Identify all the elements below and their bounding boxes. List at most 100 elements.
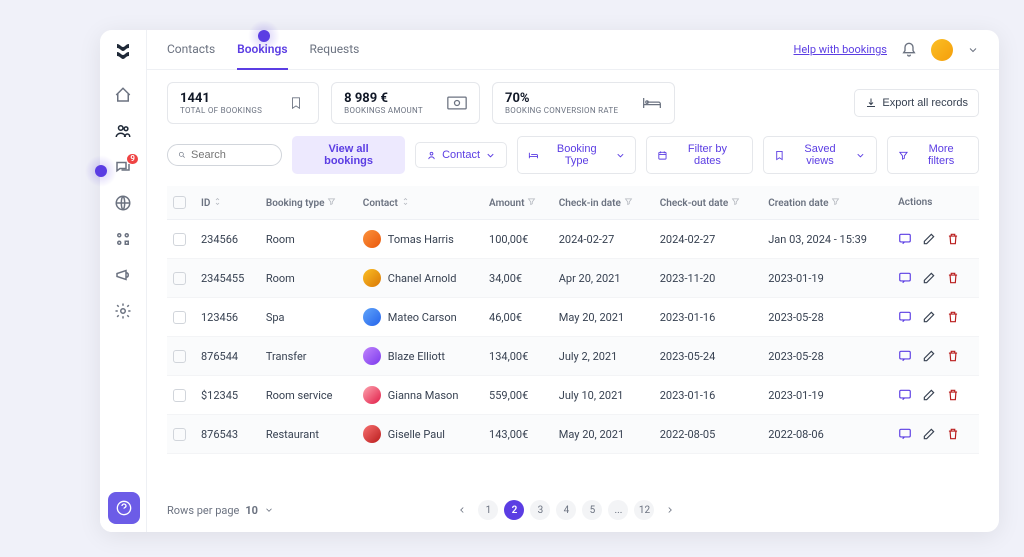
search-icon — [178, 149, 186, 161]
user-avatar[interactable] — [931, 39, 953, 61]
cell-checkout: 2023-11-20 — [654, 259, 763, 298]
stat-value: 1441 — [180, 91, 262, 106]
cell-checkin: May 20, 2021 — [553, 298, 654, 337]
page-button[interactable]: 3 — [530, 500, 550, 520]
page-button[interactable]: 4 — [556, 500, 576, 520]
row-checkbox[interactable] — [173, 428, 186, 441]
sidebar-inbox-icon[interactable]: 9 — [114, 158, 132, 176]
cell-amount: 46,00€ — [483, 298, 553, 337]
filters-row: View all bookings Contact Booking Type F… — [147, 136, 999, 186]
notifications-icon[interactable] — [901, 42, 917, 58]
edit-action-icon[interactable] — [922, 427, 936, 441]
chat-action-icon[interactable] — [898, 232, 912, 246]
person-icon — [426, 150, 437, 161]
view-all-button[interactable]: View all bookings — [292, 136, 405, 174]
delete-action-icon[interactable] — [946, 388, 960, 402]
bed-icon — [642, 96, 662, 110]
calendar-icon — [657, 150, 668, 161]
cell-contact: Gianna Mason — [357, 376, 483, 415]
delete-action-icon[interactable] — [946, 310, 960, 324]
edit-action-icon[interactable] — [922, 388, 936, 402]
page-button[interactable]: 12 — [634, 500, 654, 520]
chevron-down-icon — [855, 150, 866, 161]
filter-contact[interactable]: Contact — [415, 142, 507, 168]
edit-action-icon[interactable] — [922, 232, 936, 246]
tab-requests[interactable]: Requests — [310, 30, 360, 70]
stat-value: 8 989 € — [344, 91, 423, 106]
delete-action-icon[interactable] — [946, 271, 960, 285]
row-checkbox[interactable] — [173, 272, 186, 285]
bed-icon — [528, 150, 539, 161]
col-amount[interactable]: Amount — [483, 186, 553, 220]
cell-amount: 143,00€ — [483, 415, 553, 454]
cell-created: 2023-05-28 — [762, 337, 892, 376]
row-checkbox[interactable] — [173, 350, 186, 363]
search-box[interactable] — [167, 144, 282, 166]
sidebar-globe-icon[interactable] — [114, 194, 132, 212]
col-created[interactable]: Creation date — [762, 186, 892, 220]
delete-action-icon[interactable] — [946, 427, 960, 441]
cell-checkin: July 2, 2021 — [553, 337, 654, 376]
rows-per-page[interactable]: Rows per page 10 — [167, 504, 274, 517]
filter-dates[interactable]: Filter by dates — [646, 136, 752, 174]
help-link[interactable]: Help with bookings — [794, 43, 888, 56]
chat-action-icon[interactable] — [898, 271, 912, 285]
table-row: 876543 Restaurant Giselle Paul 143,00€ M… — [167, 415, 979, 454]
cell-created: 2023-01-19 — [762, 376, 892, 415]
col-contact[interactable]: Contact — [357, 186, 483, 220]
cell-contact: Tomas Harris — [357, 220, 483, 259]
search-input[interactable] — [191, 149, 271, 161]
page-button[interactable]: ... — [608, 500, 628, 520]
page-next[interactable] — [660, 500, 680, 520]
row-checkbox[interactable] — [173, 311, 186, 324]
page-prev[interactable] — [452, 500, 472, 520]
sidebar-home-icon[interactable] — [114, 86, 132, 104]
cell-type: Room — [260, 259, 357, 298]
export-button[interactable]: Export all records — [854, 89, 979, 117]
cell-checkin: Apr 20, 2021 — [553, 259, 654, 298]
chat-action-icon[interactable] — [898, 349, 912, 363]
tab-bookings[interactable]: Bookings — [237, 30, 287, 70]
cell-amount: 34,00€ — [483, 259, 553, 298]
page-button[interactable]: 5 — [582, 500, 602, 520]
select-all-checkbox[interactable] — [173, 196, 186, 209]
page-button[interactable]: 1 — [478, 500, 498, 520]
sort-icon — [401, 197, 410, 206]
chevron-down-icon[interactable] — [967, 44, 979, 56]
edit-action-icon[interactable] — [922, 310, 936, 324]
filter-icon — [731, 197, 740, 206]
col-id[interactable]: ID — [195, 186, 260, 220]
stat-conversion-rate: 70%BOOKING CONVERSION RATE — [492, 82, 675, 124]
filter-more[interactable]: More filters — [887, 136, 979, 174]
filter-booking-type[interactable]: Booking Type — [517, 136, 636, 174]
edit-action-icon[interactable] — [922, 349, 936, 363]
col-checkout[interactable]: Check-out date — [654, 186, 763, 220]
edit-action-icon[interactable] — [922, 271, 936, 285]
delete-action-icon[interactable] — [946, 232, 960, 246]
col-type[interactable]: Booking type — [260, 186, 357, 220]
cell-amount: 100,00€ — [483, 220, 553, 259]
tab-contacts[interactable]: Contacts — [167, 30, 215, 70]
cell-id: 876543 — [195, 415, 260, 454]
row-checkbox[interactable] — [173, 389, 186, 402]
contact-avatar — [363, 230, 381, 248]
chat-action-icon[interactable] — [898, 388, 912, 402]
chat-action-icon[interactable] — [898, 427, 912, 441]
col-checkin[interactable]: Check-in date — [553, 186, 654, 220]
filter-icon — [327, 197, 336, 206]
sidebar-campaign-icon[interactable] — [114, 266, 132, 284]
cell-created: Jan 03, 2024 - 15:39 — [762, 220, 892, 259]
filter-saved-views[interactable]: Saved views — [763, 136, 878, 174]
chat-action-icon[interactable] — [898, 310, 912, 324]
sidebar-apps-icon[interactable] — [114, 230, 132, 248]
sidebar-contacts-icon[interactable] — [114, 122, 132, 140]
sidebar-settings-icon[interactable] — [114, 302, 132, 320]
nav-tabs: Contacts Bookings Requests — [167, 30, 359, 70]
table-row: 123456 Spa Mateo Carson 46,00€ May 20, 2… — [167, 298, 979, 337]
delete-action-icon[interactable] — [946, 349, 960, 363]
filter-icon — [831, 197, 840, 206]
page-button[interactable]: 2 — [504, 500, 524, 520]
help-fab[interactable] — [108, 492, 140, 524]
cell-contact: Blaze Elliott — [357, 337, 483, 376]
row-checkbox[interactable] — [173, 233, 186, 246]
